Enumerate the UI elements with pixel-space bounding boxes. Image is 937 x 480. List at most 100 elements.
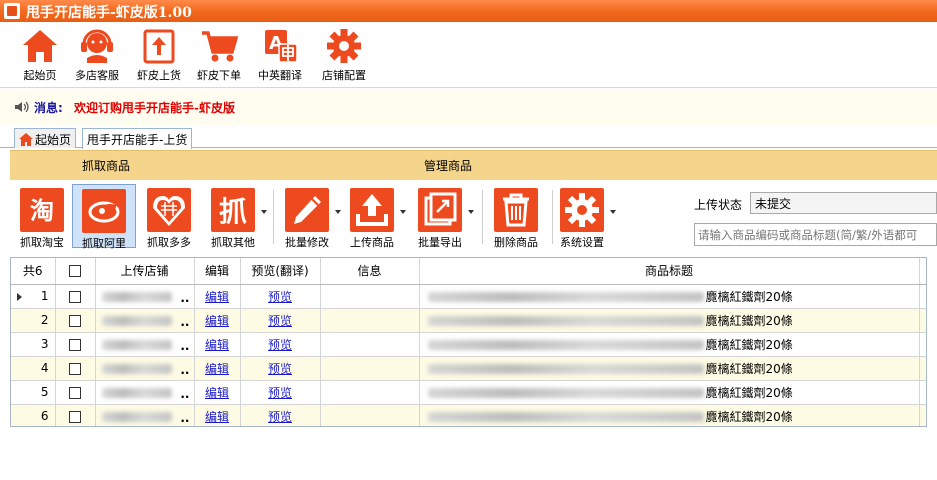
edit-link[interactable]: 编辑 [205, 290, 229, 304]
extra-cell [919, 284, 926, 309]
table-row[interactable]: 5 .. 编辑 预览 麑樆紅鐵劑20條 [11, 380, 926, 405]
batch-export-button[interactable]: 批量导出 [408, 184, 474, 249]
redacted-store [101, 291, 172, 302]
action-label: 抓取多多 [147, 236, 191, 249]
action-label: 删除商品 [494, 236, 538, 249]
title-cell: 麑樆紅鐵劑20條 [419, 356, 920, 381]
batch-edit-button[interactable]: 批量修改 [275, 184, 341, 249]
toolbar-customer-service-button[interactable]: 多店客服 [69, 24, 125, 86]
row-checkbox-cell[interactable] [55, 308, 96, 333]
row-checkbox-cell[interactable] [55, 380, 96, 405]
select-all-checkbox[interactable] [69, 265, 81, 278]
alibaba-icon [82, 189, 126, 233]
row-number: 4 [40, 361, 49, 375]
toolbar-separator [482, 190, 483, 244]
preview-link[interactable]: 预览 [268, 290, 292, 304]
header-select-all[interactable] [55, 258, 96, 285]
store-ellipsis: .. [180, 290, 190, 305]
row-checkbox[interactable] [69, 410, 81, 423]
toolbar-shopee-order-button[interactable]: 虾皮下单 [191, 24, 247, 86]
row-checkbox[interactable] [69, 314, 81, 327]
store-ellipsis: .. [180, 314, 190, 329]
search-input[interactable]: 请输入商品编码或商品标题(简/繁/外语都可 [694, 223, 937, 246]
upload-status-label: 上传状态 [694, 198, 743, 212]
section-manage-label: 管理商品 [424, 159, 473, 173]
row-checkbox[interactable] [69, 338, 81, 351]
toolbar-shop-config-button[interactable]: 店铺配置 [316, 24, 372, 86]
pinduoduo-icon [147, 188, 191, 232]
grid-header-row: 共6 上传店铺 编辑 预览(翻译) 信息 商品标题 [11, 258, 926, 285]
tab-home[interactable]: 起始页 [14, 128, 77, 148]
row-checkbox[interactable] [69, 386, 81, 399]
preview-link[interactable]: 预览 [268, 410, 292, 424]
edit-link[interactable]: 编辑 [205, 338, 229, 352]
row-checkbox-cell[interactable] [55, 284, 96, 309]
title-cell: 麑樆紅鐵劑20條 [419, 332, 920, 357]
store-ellipsis: .. [180, 386, 190, 401]
header-preview[interactable]: 预览(翻译) [240, 258, 321, 285]
table-row[interactable]: 6 .. 编辑 预览 麑樆紅鐵劑20條 [11, 404, 926, 426]
row-checkbox-cell[interactable] [55, 332, 96, 357]
row-checkbox-cell[interactable] [55, 404, 96, 426]
system-settings-button[interactable]: 系统设置 [550, 184, 616, 249]
row-header[interactable]: 4 [11, 356, 56, 381]
row-header[interactable]: 3 [11, 332, 56, 357]
dropdown-arrow-icon[interactable] [468, 210, 474, 214]
preview-link[interactable]: 预览 [268, 314, 292, 328]
toolbar-shopee-upload-button[interactable]: 虾皮上货 [131, 24, 187, 86]
upload-product-button[interactable]: 上传商品 [340, 184, 406, 249]
fetch-pinduoduo-button[interactable]: 抓取多多 [137, 184, 201, 249]
dropdown-arrow-icon[interactable] [610, 210, 616, 214]
preview-cell: 预览 [240, 404, 321, 426]
table-row[interactable]: 4 .. 编辑 预览 麑樆紅鐵劑20條 [11, 356, 926, 381]
section-fetch-label: 抓取商品 [82, 159, 131, 173]
dropdown-arrow-icon[interactable] [400, 210, 406, 214]
row-checkbox[interactable] [69, 290, 81, 303]
export-icon [418, 188, 462, 232]
preview-link[interactable]: 预览 [268, 386, 292, 400]
tab-strip: 起始页 甩手开店能手-上货 [0, 125, 937, 149]
edit-link[interactable]: 编辑 [205, 410, 229, 424]
redacted-title [427, 292, 704, 302]
upload-box-icon [143, 29, 175, 64]
row-header[interactable]: 1 [11, 284, 56, 309]
header-store[interactable]: 上传店铺 [95, 258, 195, 285]
row-header[interactable]: 6 [11, 404, 56, 426]
table-row[interactable]: 3 .. 编辑 预览 麑樆紅鐵劑20條 [11, 332, 926, 357]
toolbar-label: 中英翻译 [258, 69, 302, 82]
home-icon [23, 30, 57, 62]
header-title[interactable]: 商品标题 [419, 258, 920, 285]
fetch-taobao-button[interactable]: 淘 抓取淘宝 [10, 184, 74, 249]
title-text: 麑樆紅鐵劑20條 [705, 289, 793, 304]
upload-status-select[interactable]: 未提交 [750, 192, 937, 214]
action-label: 上传商品 [350, 236, 394, 249]
info-cell [320, 356, 420, 381]
speaker-icon [15, 101, 29, 113]
edit-link[interactable]: 编辑 [205, 386, 229, 400]
title-text: 麑樆紅鐵劑20條 [705, 361, 793, 376]
toolbar-translate-button[interactable]: A 中英翻译 [252, 24, 308, 86]
header-edit[interactable]: 编辑 [194, 258, 241, 285]
store-ellipsis: .. [180, 338, 190, 353]
preview-link[interactable]: 预览 [268, 338, 292, 352]
preview-cell: 预览 [240, 284, 321, 309]
table-row[interactable]: 1 .. 编辑 预览 麑樆紅鐵劑20條 [11, 284, 926, 309]
edit-link[interactable]: 编辑 [205, 314, 229, 328]
row-checkbox[interactable] [69, 362, 81, 375]
row-header[interactable]: 5 [11, 380, 56, 405]
edit-link[interactable]: 编辑 [205, 362, 229, 376]
row-checkbox-cell[interactable] [55, 356, 96, 381]
toolbar-home-button[interactable]: 起始页 [12, 24, 68, 86]
tab-upload[interactable]: 甩手开店能手-上货 [82, 128, 193, 149]
dropdown-arrow-icon[interactable] [261, 210, 267, 214]
fetch-alibaba-button[interactable]: 抓取阿里 [72, 184, 136, 250]
redacted-title [427, 316, 704, 326]
table-row[interactable]: 2 .. 编辑 预览 麑樆紅鐵劑20條 [11, 308, 926, 333]
preview-link[interactable]: 预览 [268, 362, 292, 376]
redacted-title [427, 364, 704, 374]
row-header[interactable]: 2 [11, 308, 56, 333]
fetch-other-button[interactable]: 抓 抓取其他 [201, 184, 267, 249]
title-text: 麑樆紅鐵劑20條 [705, 409, 793, 424]
header-info[interactable]: 信息 [320, 258, 420, 285]
delete-product-button[interactable]: 删除商品 [484, 184, 548, 249]
